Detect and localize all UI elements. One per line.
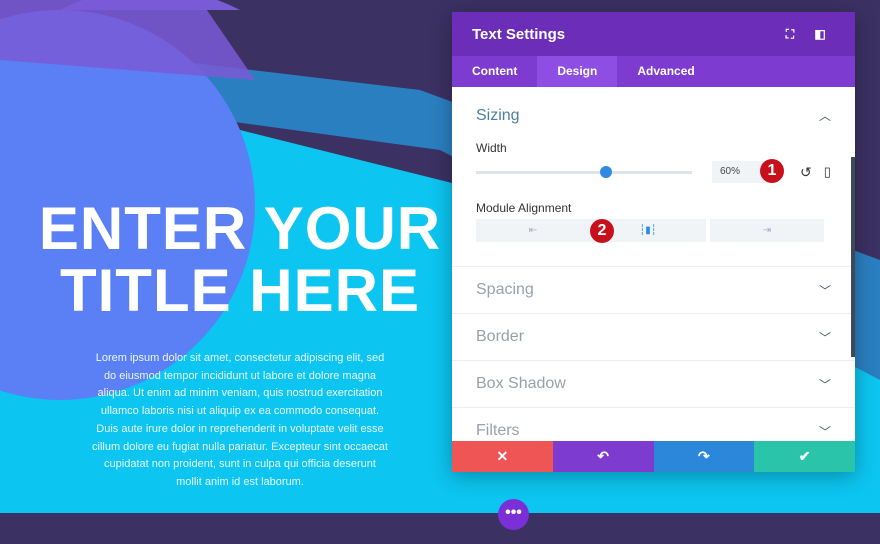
section-label: Spacing: [476, 281, 534, 298]
filters-section[interactable]: Filters ﹀: [452, 408, 855, 441]
chevron-down-icon: ﹀: [818, 424, 831, 439]
panel-header: Text Settings ⛶ ◧: [452, 12, 855, 56]
body-line: aliqua. Ut enim ad minim veniam, quis no…: [97, 387, 383, 400]
tab-content[interactable]: Content: [452, 56, 537, 87]
title-line: ENTER YOUR: [38, 195, 442, 262]
tab-design[interactable]: Design: [537, 56, 618, 87]
step-badge: 2: [590, 219, 614, 243]
align-right-button[interactable]: ⇥: [710, 219, 824, 242]
tab-advanced[interactable]: Advanced: [617, 56, 714, 87]
body-line: do eiusmod tempor incididunt ut labore e…: [103, 369, 377, 382]
width-slider[interactable]: [476, 165, 692, 178]
sizing-title: Sizing: [476, 107, 520, 124]
text-settings-panel: Text Settings ⛶ ◧ Content Design Advance…: [452, 12, 855, 472]
body-line: ullamco laboris nisi ut aliquip ex ea co…: [100, 405, 380, 418]
align-left-button[interactable]: ⇤: [476, 219, 590, 242]
alignment-label: Module Alignment: [476, 201, 572, 215]
panel-body: Sizing ︿ Width 60% 1 ↺ ▯ Module Alignment…: [452, 87, 855, 441]
cancel-button[interactable]: ✕: [452, 441, 553, 472]
chevron-down-icon: ﹀: [818, 377, 831, 392]
panel-title: Text Settings: [472, 25, 566, 43]
title-line: TITLE HERE: [59, 257, 420, 324]
body-line: Duis aute irure dolor in reprehenderit i…: [96, 422, 384, 435]
sizing-header[interactable]: Sizing ︿: [476, 107, 831, 125]
chevron-down-icon: ﹀: [818, 283, 831, 298]
sidebar-toggle-icon[interactable]: ◧: [805, 27, 835, 41]
spacing-section[interactable]: Spacing ﹀: [452, 267, 855, 314]
border-section[interactable]: Border ﹀: [452, 314, 855, 361]
width-label: Width: [476, 141, 507, 155]
body-line: Lorem ipsum dolor sit amet, consectetur …: [95, 352, 385, 364]
hero-body-text: Lorem ipsum dolor sit amet, consectetur …: [80, 350, 400, 492]
panel-footer: ✕ ↶ ↷ ✔: [452, 441, 855, 472]
chevron-down-icon: ﹀: [818, 330, 831, 345]
box-shadow-section[interactable]: Box Shadow ﹀: [452, 361, 855, 408]
chevron-up-icon[interactable]: ︿: [819, 107, 831, 125]
redo-button[interactable]: ↷: [653, 441, 755, 472]
section-label: Filters: [476, 422, 520, 439]
hero-title: ENTER YOUR TITLE HERE: [20, 198, 460, 322]
step-badge: 1: [760, 159, 784, 183]
body-line: cillum dolore eu fugiat nulla pariatur. …: [92, 440, 388, 453]
panel-tabs: Content Design Advanced: [452, 56, 855, 87]
body-line: cupidatat non proident, sunt in culpa qu…: [104, 458, 376, 471]
section-label: Border: [476, 328, 525, 345]
section-label: Box Shadow: [476, 375, 566, 392]
more-options-button[interactable]: •••: [498, 499, 529, 530]
mobile-icon[interactable]: ▯: [824, 164, 831, 180]
save-button[interactable]: ✔: [754, 441, 855, 472]
body-line: mollit anim id est laborum.: [176, 475, 304, 488]
reset-icon[interactable]: ↺: [800, 164, 812, 181]
sizing-section: Sizing ︿ Width 60% 1 ↺ ▯ Module Alignment…: [452, 87, 855, 267]
slider-handle[interactable]: [599, 165, 612, 178]
undo-button[interactable]: ↶: [552, 441, 654, 472]
scrollbar[interactable]: [851, 157, 855, 357]
fullscreen-icon[interactable]: ⛶: [775, 27, 805, 42]
